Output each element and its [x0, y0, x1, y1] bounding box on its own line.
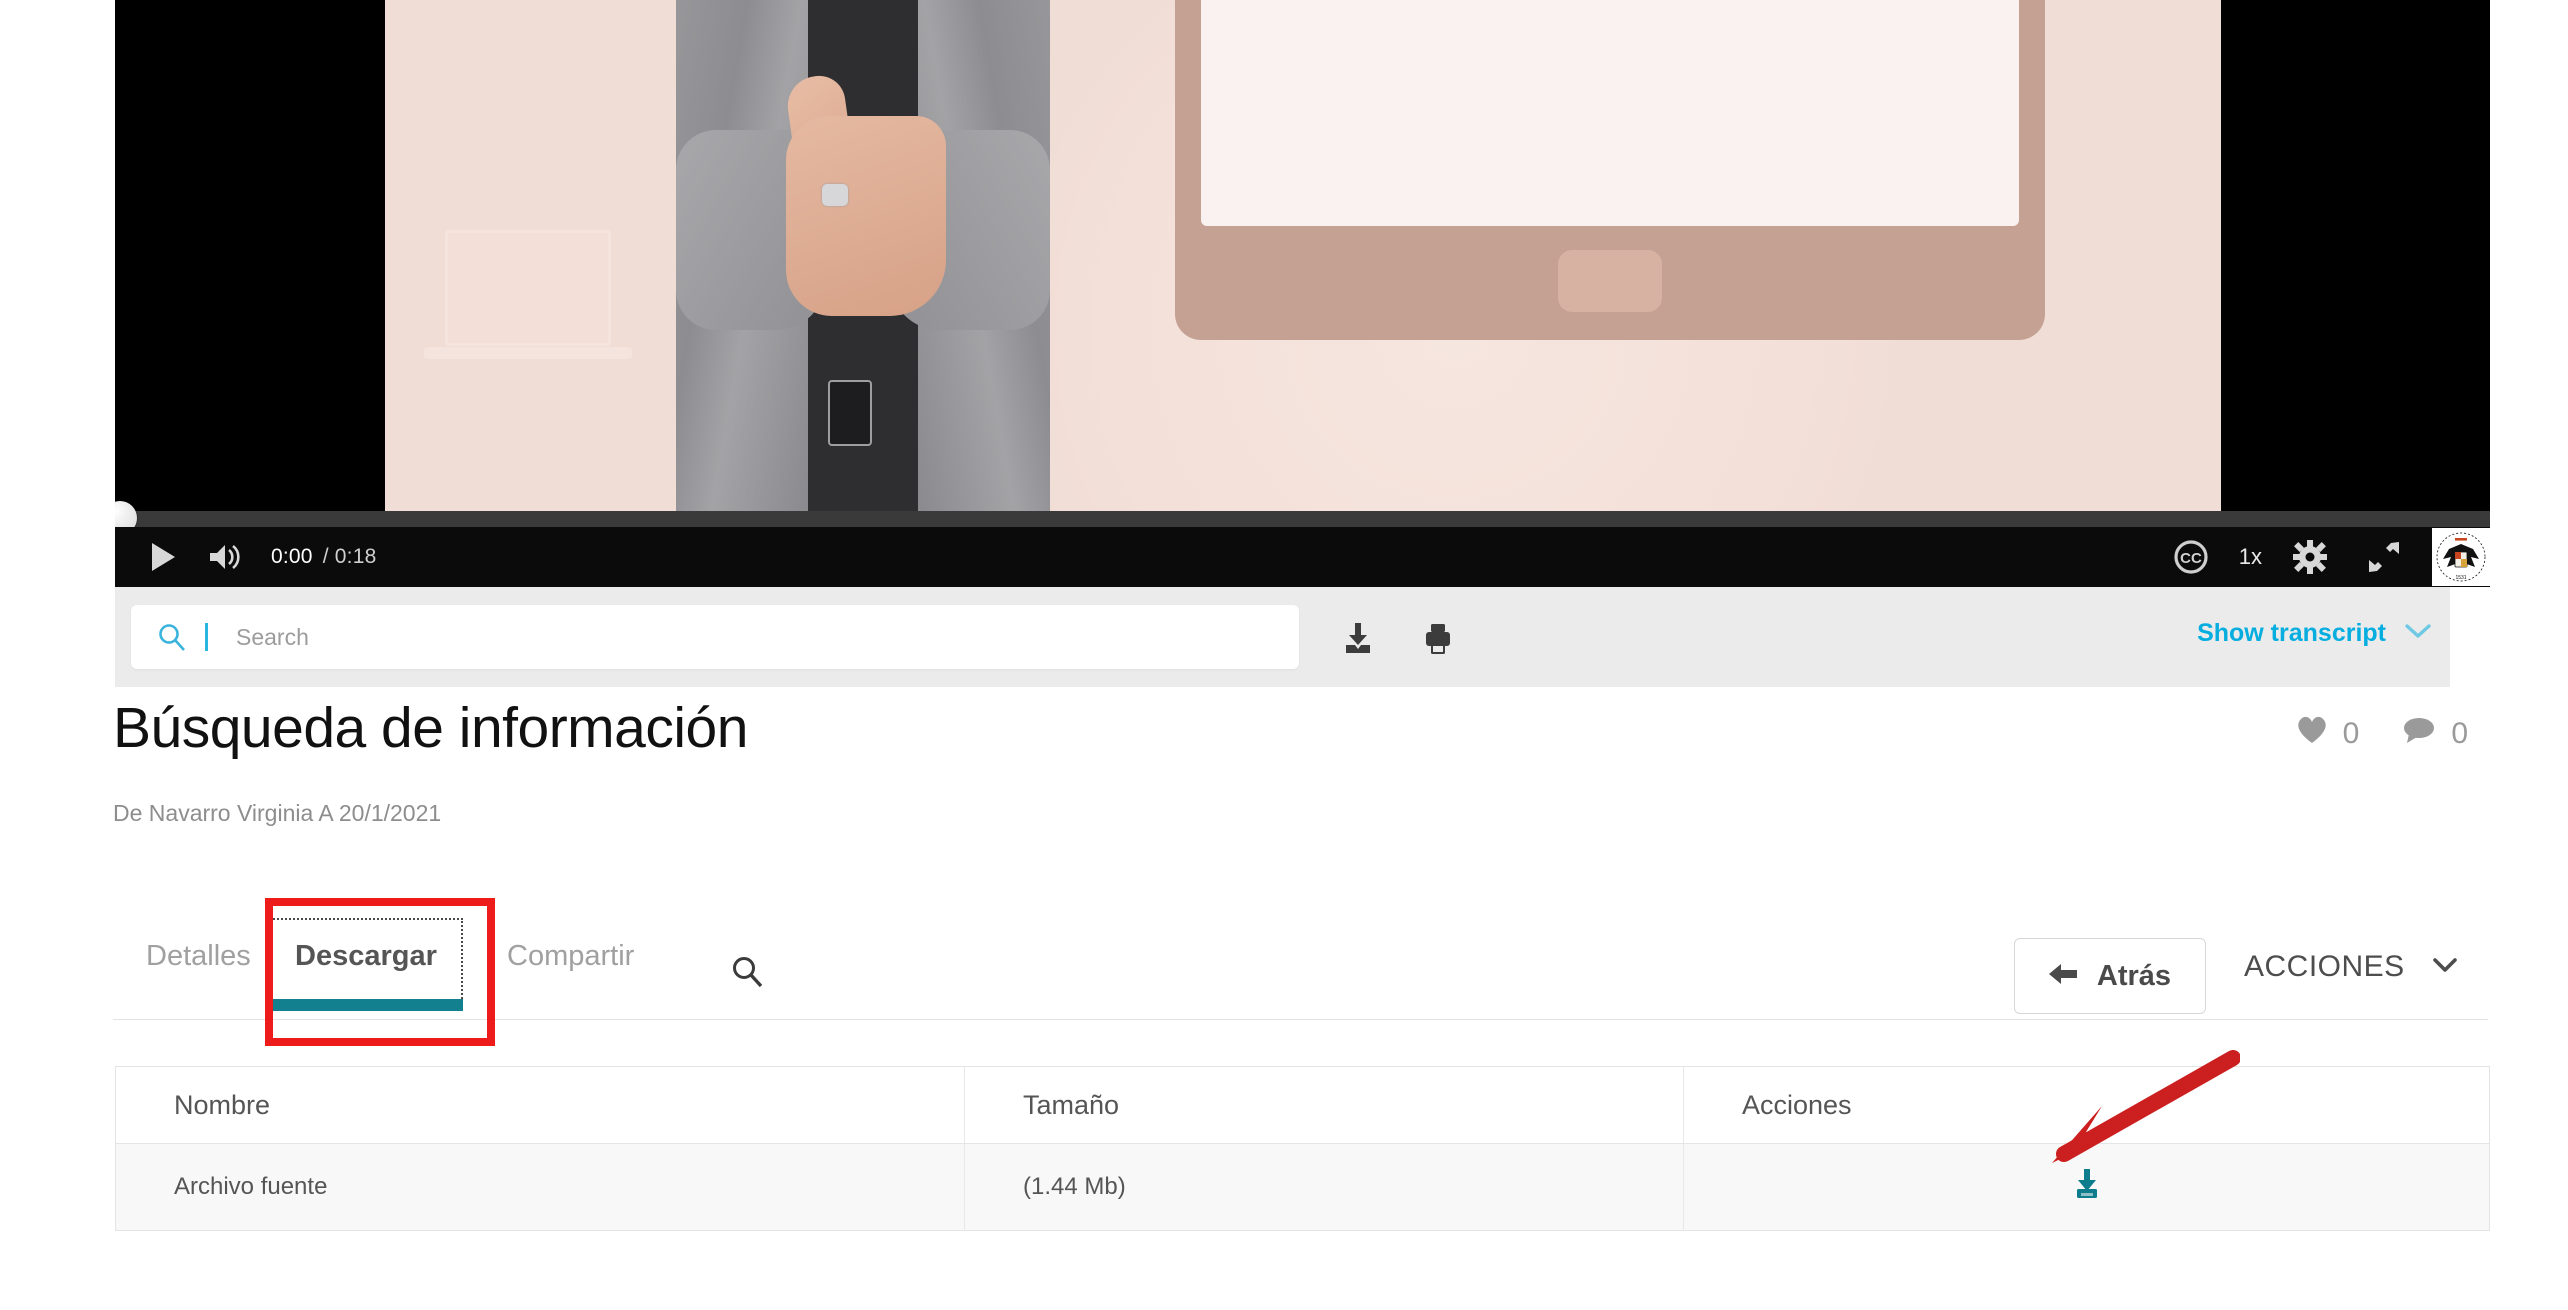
engagement-stats: 0 0	[2295, 715, 2468, 753]
search-caret	[205, 623, 208, 651]
arrow-left-icon	[2048, 961, 2079, 992]
comment-count-value: 0	[2451, 717, 2468, 750]
column-header-acciones: Acciones	[1683, 1066, 2490, 1144]
actions-menu-label: ACCIONES	[2244, 950, 2405, 983]
playback-speed-button[interactable]: 1x	[2239, 544, 2262, 570]
svg-text:CC: CC	[2180, 550, 2202, 567]
page-title: Búsqueda de información	[113, 696, 748, 760]
back-button[interactable]: Atrás	[2014, 938, 2206, 1014]
back-button-label: Atrás	[2096, 959, 2172, 992]
svg-text:1531: 1531	[2455, 575, 2466, 581]
tab-detalles-label: Detalles	[146, 940, 251, 972]
tab-compartir-label: Compartir	[507, 940, 635, 972]
scene-tablet-graphic	[1175, 0, 2045, 340]
like-count-value: 0	[2342, 717, 2360, 750]
download-icon[interactable]	[1343, 623, 1373, 660]
cc-icon[interactable]: CC	[2169, 535, 2213, 579]
fullscreen-icon[interactable]	[2362, 535, 2406, 579]
cell-tamano: (1.44 Mb)	[964, 1143, 1684, 1231]
search-box[interactable]	[131, 605, 1299, 669]
video-time-display: 0:00 / 0:18	[271, 545, 376, 569]
table-row: Archivo fuente (1.44 Mb)	[115, 1143, 2490, 1231]
tab-compartir[interactable]: Compartir	[507, 940, 634, 981]
tab-descargar[interactable]: Descargar	[269, 918, 463, 1011]
download-icon[interactable]	[2070, 1167, 2104, 1208]
chevron-down-icon	[2431, 956, 2459, 979]
video-player[interactable]: 0:00 / 0:18 CC 1x 1531	[115, 0, 2490, 587]
video-controls-bar: 0:00 / 0:18 CC 1x 1531	[115, 527, 2490, 587]
chevron-down-icon	[2404, 622, 2432, 645]
presenter-ring	[822, 184, 848, 206]
column-header-tamano: Tamaño	[964, 1066, 1684, 1144]
like-count[interactable]: 0	[2295, 715, 2360, 753]
play-icon[interactable]	[143, 537, 183, 577]
comment-count[interactable]: 0	[2401, 715, 2468, 753]
presenter-clasped-hands	[786, 116, 946, 316]
video-progress-bar[interactable]	[115, 501, 2490, 535]
actions-menu-button[interactable]: ACCIONES	[2244, 950, 2459, 984]
search-input[interactable]	[234, 622, 1098, 652]
comment-icon	[2401, 715, 2437, 753]
heart-icon	[2295, 715, 2329, 753]
volume-icon[interactable]	[205, 537, 245, 577]
video-total-time: / 0:18	[322, 545, 377, 568]
table-header-row: Nombre Tamaño Acciones	[115, 1066, 2490, 1144]
transcript-search-bar: Show transcript	[115, 587, 2450, 687]
byline: De Navarro Virginia A 20/1/2021	[113, 800, 442, 826]
cell-nombre: Archivo fuente	[115, 1143, 965, 1231]
video-frame	[385, 0, 2221, 511]
presenter-belt-buckle	[828, 380, 872, 446]
print-icon[interactable]	[1423, 623, 1453, 660]
video-stage[interactable]	[115, 0, 2490, 511]
cell-acciones	[1683, 1143, 2490, 1231]
tabs-divider	[113, 1019, 2488, 1020]
column-header-nombre: Nombre	[115, 1066, 965, 1144]
presenter-figure	[580, 0, 1140, 511]
show-transcript-label: Show transcript	[2197, 619, 2386, 647]
tab-focus-ring	[269, 918, 463, 1007]
scene-tablet-screen	[1201, 0, 2019, 226]
university-logo: 1531	[2432, 528, 2490, 586]
search-icon	[157, 622, 187, 652]
scene-tablet-home-button	[1558, 250, 1662, 312]
tab-detalles[interactable]: Detalles	[146, 940, 251, 981]
page-root: 0:00 / 0:18 CC 1x 1531 Search Show trans…	[0, 0, 2568, 1310]
show-transcript-toggle[interactable]: Show transcript	[2197, 619, 2432, 648]
tab-active-underline	[269, 999, 463, 1011]
downloads-table: Nombre Tamaño Acciones Archivo fuente (1…	[115, 1066, 2490, 1231]
search-icon[interactable]	[730, 955, 764, 994]
video-current-time: 0:00	[271, 545, 313, 568]
gear-icon[interactable]	[2288, 535, 2332, 579]
